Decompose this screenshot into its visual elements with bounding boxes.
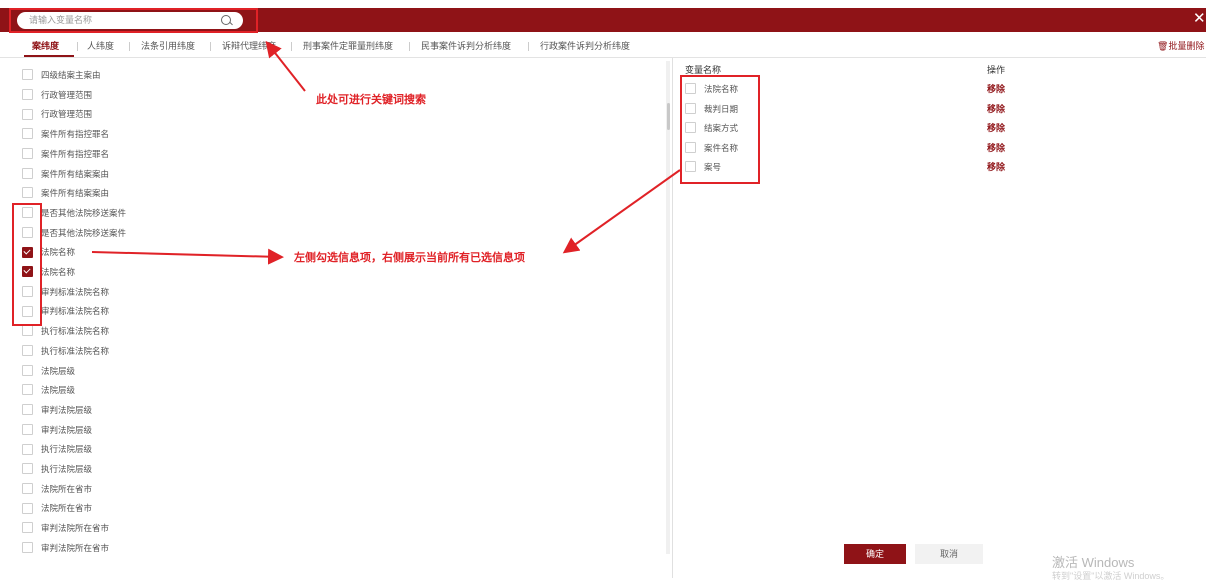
list-item[interactable]: 行政管理范围: [22, 108, 92, 122]
cancel-button[interactable]: 取消: [915, 544, 983, 564]
list-item[interactable]: 案件所有指控罪名: [22, 148, 109, 162]
tab-separator: [129, 42, 130, 51]
remove-link[interactable]: 移除: [987, 82, 1005, 95]
item-checkbox[interactable]: [22, 128, 33, 140]
scrollbar-thumb[interactable]: [667, 103, 670, 130]
tab-law-citation[interactable]: 法条引用纬度: [141, 38, 195, 54]
item-label: 审判法院层级: [41, 424, 93, 435]
tab-separator: [210, 42, 211, 51]
trash-icon: 🗑: [1157, 41, 1169, 51]
item-checkbox[interactable]: [22, 502, 33, 514]
scrollbar-track[interactable]: [666, 61, 670, 554]
tab-case[interactable]: 案纬度: [32, 38, 59, 54]
item-label: 是否其他法院移送案件: [41, 227, 127, 238]
tab-separator: [291, 42, 292, 51]
item-label: 行政管理范围: [41, 89, 93, 100]
list-item[interactable]: 审判法院所在省市: [22, 522, 109, 536]
item-label: 审判标准法院名称: [41, 286, 110, 297]
list-item[interactable]: 法院层级: [22, 364, 76, 379]
list-item[interactable]: 法院层级: [22, 384, 75, 398]
remove-link[interactable]: 移除: [987, 102, 1005, 115]
item-checkbox[interactable]: [22, 364, 33, 376]
item-checkbox[interactable]: [22, 404, 33, 416]
list-item[interactable]: 案件所有结案案由: [22, 167, 110, 182]
tab-defense-agency[interactable]: 诉辩代理纬度: [222, 38, 276, 54]
item-checkbox[interactable]: [22, 463, 33, 475]
item-checkbox[interactable]: [22, 384, 33, 396]
item-checkbox[interactable]: [22, 443, 33, 455]
item-checkbox[interactable]: [22, 423, 33, 435]
list-item[interactable]: 行政管理范围: [22, 88, 93, 103]
item-checkbox[interactable]: [22, 345, 33, 357]
tab-separator: [409, 42, 410, 51]
remove-link[interactable]: 移除: [987, 121, 1005, 134]
remove-link[interactable]: 移除: [987, 141, 1005, 154]
item-checkbox[interactable]: [22, 88, 33, 100]
list-item[interactable]: 审判法院层级: [22, 423, 93, 438]
item-label: 案件所有指控罪名: [41, 148, 110, 159]
list-item[interactable]: 执行标准法院名称: [22, 325, 109, 339]
batch-delete-button[interactable]: 🗑批量删除: [1157, 39, 1204, 52]
tab-bar: 案纬度 人纬度 法条引用纬度 诉辩代理纬度 刑事案件定罪量刑纬度 民事案件诉判分…: [0, 38, 1206, 57]
item-label: 案件所有结案案由: [41, 168, 110, 179]
close-icon[interactable]: ✕: [1193, 10, 1206, 28]
item-label: 四级结案主案由: [41, 70, 101, 80]
tab-criminal[interactable]: 刑事案件定罪量刑纬度: [303, 38, 393, 54]
annotation-search-hint: 此处可进行关键词搜索: [316, 94, 426, 106]
item-label: 法院层级: [41, 365, 76, 376]
list-item[interactable]: 执行法院层级: [22, 463, 92, 477]
item-label: 审判法院所在省市: [41, 523, 110, 534]
col-header-action: 操作: [987, 65, 1006, 75]
annotation-box-search: [9, 8, 258, 33]
item-label: 执行法院层级: [41, 464, 93, 474]
list-item[interactable]: 案件所有指控罪名: [22, 128, 109, 142]
tab-separator: [77, 42, 78, 51]
item-checkbox[interactable]: [22, 542, 33, 554]
item-label: 执行法院层级: [41, 444, 93, 455]
item-checkbox[interactable]: [22, 69, 33, 81]
item-label: 执行标准法院名称: [41, 326, 110, 337]
item-label: 案件所有结案案由: [41, 188, 110, 199]
item-checkbox[interactable]: [22, 325, 33, 337]
item-label: 法院名称: [41, 267, 76, 277]
item-label: 审判法院所在省市: [41, 542, 110, 553]
item-label: 案件所有指控罪名: [41, 129, 110, 140]
item-label: 执行标准法院名称: [41, 345, 110, 356]
item-label: 法院所在省市: [41, 483, 93, 494]
item-checkbox[interactable]: [22, 187, 33, 199]
item-checkbox[interactable]: [22, 108, 33, 120]
annotation-select-hint: 左侧勾选信息项，右侧展示当前所有已选信息项: [294, 252, 525, 264]
item-label: 行政管理范围: [41, 109, 93, 120]
list-item[interactable]: 法院所在省市: [22, 502, 92, 516]
windows-activation-subtext: 转到"设置"以激活 Windows。: [1052, 571, 1170, 581]
item-checkbox[interactable]: [22, 522, 33, 534]
list-item[interactable]: 法院所在省市: [22, 482, 93, 497]
remove-link[interactable]: 移除: [987, 160, 1005, 173]
tab-civil[interactable]: 民事案件诉判分析纬度: [421, 38, 511, 54]
list-item[interactable]: 审判法院所在省市: [22, 542, 109, 556]
item-checkbox[interactable]: [22, 167, 33, 179]
item-label: 法院名称: [41, 247, 76, 258]
item-label: 审判标准法院名称: [41, 306, 110, 317]
tab-administrative[interactable]: 行政案件诉判分析纬度: [540, 38, 630, 54]
item-label: 审判法院层级: [41, 404, 93, 415]
tab-separator: [528, 42, 529, 51]
item-checkbox[interactable]: [22, 482, 33, 494]
panel-divider: [672, 58, 673, 578]
item-checkbox[interactable]: [22, 148, 33, 160]
list-item[interactable]: 执行法院层级: [22, 443, 92, 457]
confirm-button[interactable]: 确定: [844, 544, 906, 564]
tab-person[interactable]: 人纬度: [87, 38, 114, 54]
annotation-box-checkboxes: [12, 203, 42, 326]
list-item[interactable]: 案件所有结案案由: [22, 187, 109, 201]
annotation-box-selected: [680, 75, 760, 184]
list-item[interactable]: 审判法院层级: [22, 404, 92, 418]
item-label: 是否其他法院移送案件: [41, 207, 127, 218]
item-label: 法院所在省市: [41, 503, 93, 514]
item-label: 法院层级: [41, 385, 76, 396]
list-item[interactable]: 四级结案主案由: [22, 69, 101, 83]
list-item[interactable]: 执行标准法院名称: [22, 345, 109, 359]
